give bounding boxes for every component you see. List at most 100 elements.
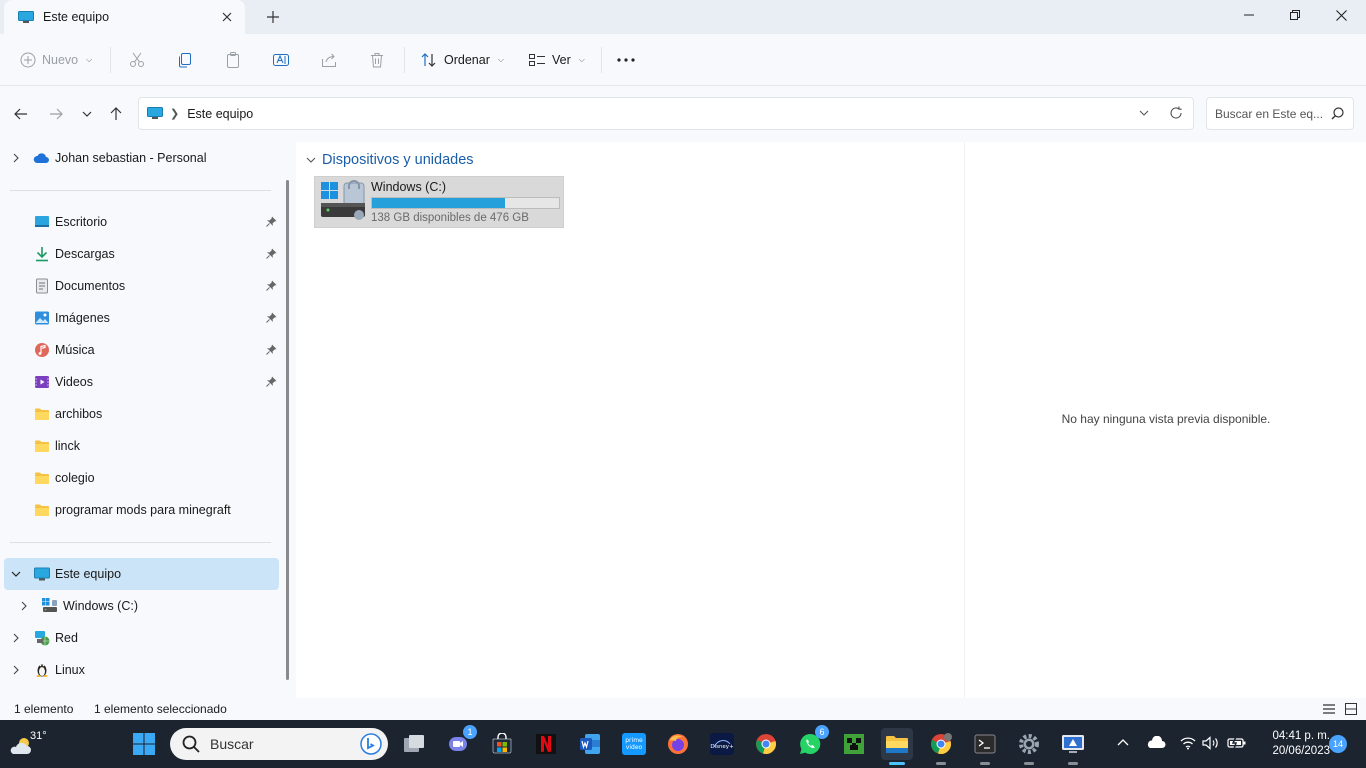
sidebar-item-linux[interactable]: Linux <box>4 654 279 686</box>
sort-button[interactable]: Ordenar ⌵ <box>420 47 504 73</box>
teams-chat-button[interactable]: 1 <box>442 725 477 760</box>
rename-icon <box>273 54 289 66</box>
new-button[interactable]: Nuevo ⌵ <box>20 47 92 73</box>
address-bar[interactable]: ❯ Este equipo <box>138 97 1194 130</box>
cut-button[interactable] <box>128 47 146 73</box>
paste-button[interactable] <box>224 47 242 73</box>
sidebar-item-linck[interactable]: linck <box>4 430 279 462</box>
up-button[interactable] <box>104 103 128 125</box>
refresh-icon <box>1170 106 1182 119</box>
remote-app-button[interactable] <box>1057 728 1089 765</box>
pin-icon[interactable] <box>266 216 277 227</box>
start-button[interactable] <box>128 728 160 760</box>
battery-icon[interactable] <box>1227 736 1247 750</box>
desktop-icon <box>35 216 49 227</box>
file-explorer-button[interactable] <box>881 728 913 765</box>
onedrive-icon[interactable] <box>1146 736 1166 750</box>
prime-video-icon: primevideo <box>622 733 646 755</box>
sidebar-item-programar-mods[interactable]: programar mods para minegraft <box>4 494 279 526</box>
back-button[interactable] <box>9 103 33 125</box>
preview-empty-message: No hay ninguna vista previa disponible. <box>1061 412 1271 426</box>
pin-icon[interactable] <box>266 312 277 323</box>
disney-plus-icon: Disney+ <box>710 733 734 755</box>
rename-button[interactable] <box>272 47 290 73</box>
chevron-right-icon[interactable] <box>8 662 24 678</box>
share-button[interactable] <box>320 47 338 73</box>
search-box[interactable]: Buscar en Este eq... <box>1206 97 1354 130</box>
terminal-button[interactable] <box>969 728 1001 765</box>
chevron-right-icon[interactable] <box>8 150 24 166</box>
sidebar-item-escritorio[interactable]: Escritorio <box>4 206 279 238</box>
video-icon <box>35 376 49 388</box>
volume-icon[interactable] <box>1202 736 1220 750</box>
more-options-button[interactable] <box>616 47 636 73</box>
sidebar-item-musica[interactable]: Música <box>4 334 279 366</box>
close-tab-button[interactable] <box>217 7 237 27</box>
breadcrumb-este-equipo[interactable]: Este equipo <box>187 107 253 121</box>
wifi-icon[interactable] <box>1180 736 1196 750</box>
minecraft-button[interactable] <box>838 728 870 760</box>
chevron-right-icon[interactable] <box>16 598 32 614</box>
bing-icon[interactable] <box>360 733 382 755</box>
teams-badge: 1 <box>463 725 477 739</box>
sidebar-item-label: Johan sebastian - Personal <box>55 151 207 165</box>
scissors-icon <box>130 52 144 67</box>
recent-locations-button[interactable] <box>75 103 99 125</box>
restore-button[interactable] <box>1272 0 1318 30</box>
sidebar-item-imagenes[interactable]: Imágenes <box>4 302 279 334</box>
pin-icon[interactable] <box>266 280 277 291</box>
drive-tile-windows-c[interactable]: Windows (C:) 138 GB disponibles de 476 G… <box>314 176 564 228</box>
address-dropdown-button[interactable] <box>1139 107 1149 121</box>
new-tab-button[interactable] <box>262 6 284 28</box>
sidebar-item-archibos[interactable]: archibos <box>4 398 279 430</box>
notification-badge[interactable]: 14 <box>1329 735 1347 753</box>
pin-icon[interactable] <box>266 376 277 387</box>
close-window-button[interactable] <box>1318 0 1364 30</box>
taskbar-search[interactable]: Buscar <box>170 728 388 760</box>
chrome-button[interactable] <box>750 728 782 760</box>
view-button[interactable]: Ver ⌵ <box>528 47 585 73</box>
whatsapp-button[interactable]: 6 <box>794 725 829 760</box>
search-input[interactable]: Buscar en Este eq... <box>1215 107 1323 121</box>
taskbar: 31° Buscar 1 prime video Disney+ 6 04:41… <box>0 720 1366 768</box>
firefox-button[interactable] <box>662 728 694 760</box>
sidebar-item-red[interactable]: Red <box>4 622 279 654</box>
details-view-icon[interactable] <box>1321 701 1337 717</box>
pin-icon[interactable] <box>266 248 277 259</box>
prime-video-button[interactable]: prime video <box>618 728 650 760</box>
taskbar-search-input[interactable]: Buscar <box>210 736 254 752</box>
chrome-profile-button[interactable] <box>925 728 957 765</box>
weather-widget[interactable]: 31° <box>8 726 48 762</box>
sidebar-item-descargas[interactable]: Descargas <box>4 238 279 270</box>
delete-button[interactable] <box>368 47 386 73</box>
sidebar-item-videos[interactable]: Videos <box>4 366 279 398</box>
copy-button[interactable] <box>176 47 194 73</box>
sidebar-item-este-equipo[interactable]: Este equipo <box>4 558 279 590</box>
task-view-button[interactable] <box>398 728 430 760</box>
word-button[interactable] <box>574 728 606 760</box>
minimize-icon <box>1244 14 1254 16</box>
sidebar-item-label: Música <box>55 343 95 357</box>
forward-button[interactable] <box>44 103 68 125</box>
pin-icon[interactable] <box>266 344 277 355</box>
sidebar-item-documentos[interactable]: Documentos <box>4 270 279 302</box>
chevron-right-icon[interactable] <box>8 630 24 646</box>
sidebar-item-colegio[interactable]: colegio <box>4 462 279 494</box>
selection-count: 1 elemento seleccionado <box>94 702 227 716</box>
sidebar-scrollbar[interactable] <box>286 180 289 680</box>
refresh-button[interactable] <box>1169 106 1183 123</box>
chevron-down-icon[interactable] <box>8 566 24 582</box>
settings-button[interactable] <box>1013 728 1045 765</box>
store-button[interactable] <box>486 728 518 760</box>
clock[interactable]: 04:41 p. m. 20/06/2023 <box>1254 729 1330 759</box>
chevron-up-icon[interactable] <box>1117 736 1129 750</box>
disney-plus-button[interactable]: Disney+ <box>706 728 738 760</box>
netflix-button[interactable] <box>530 728 562 760</box>
tiles-view-icon[interactable] <box>1343 701 1359 717</box>
sidebar-item-label: linck <box>55 439 81 453</box>
group-header-devices[interactable]: Dispositivos y unidades <box>306 152 474 168</box>
minimize-button[interactable] <box>1226 0 1272 30</box>
sidebar-item-windows-c[interactable]: Windows (C:) <box>4 590 279 622</box>
tab-este-equipo[interactable]: Este equipo <box>4 0 245 34</box>
sidebar-item-onedrive[interactable]: Johan sebastian - Personal <box>4 142 279 174</box>
